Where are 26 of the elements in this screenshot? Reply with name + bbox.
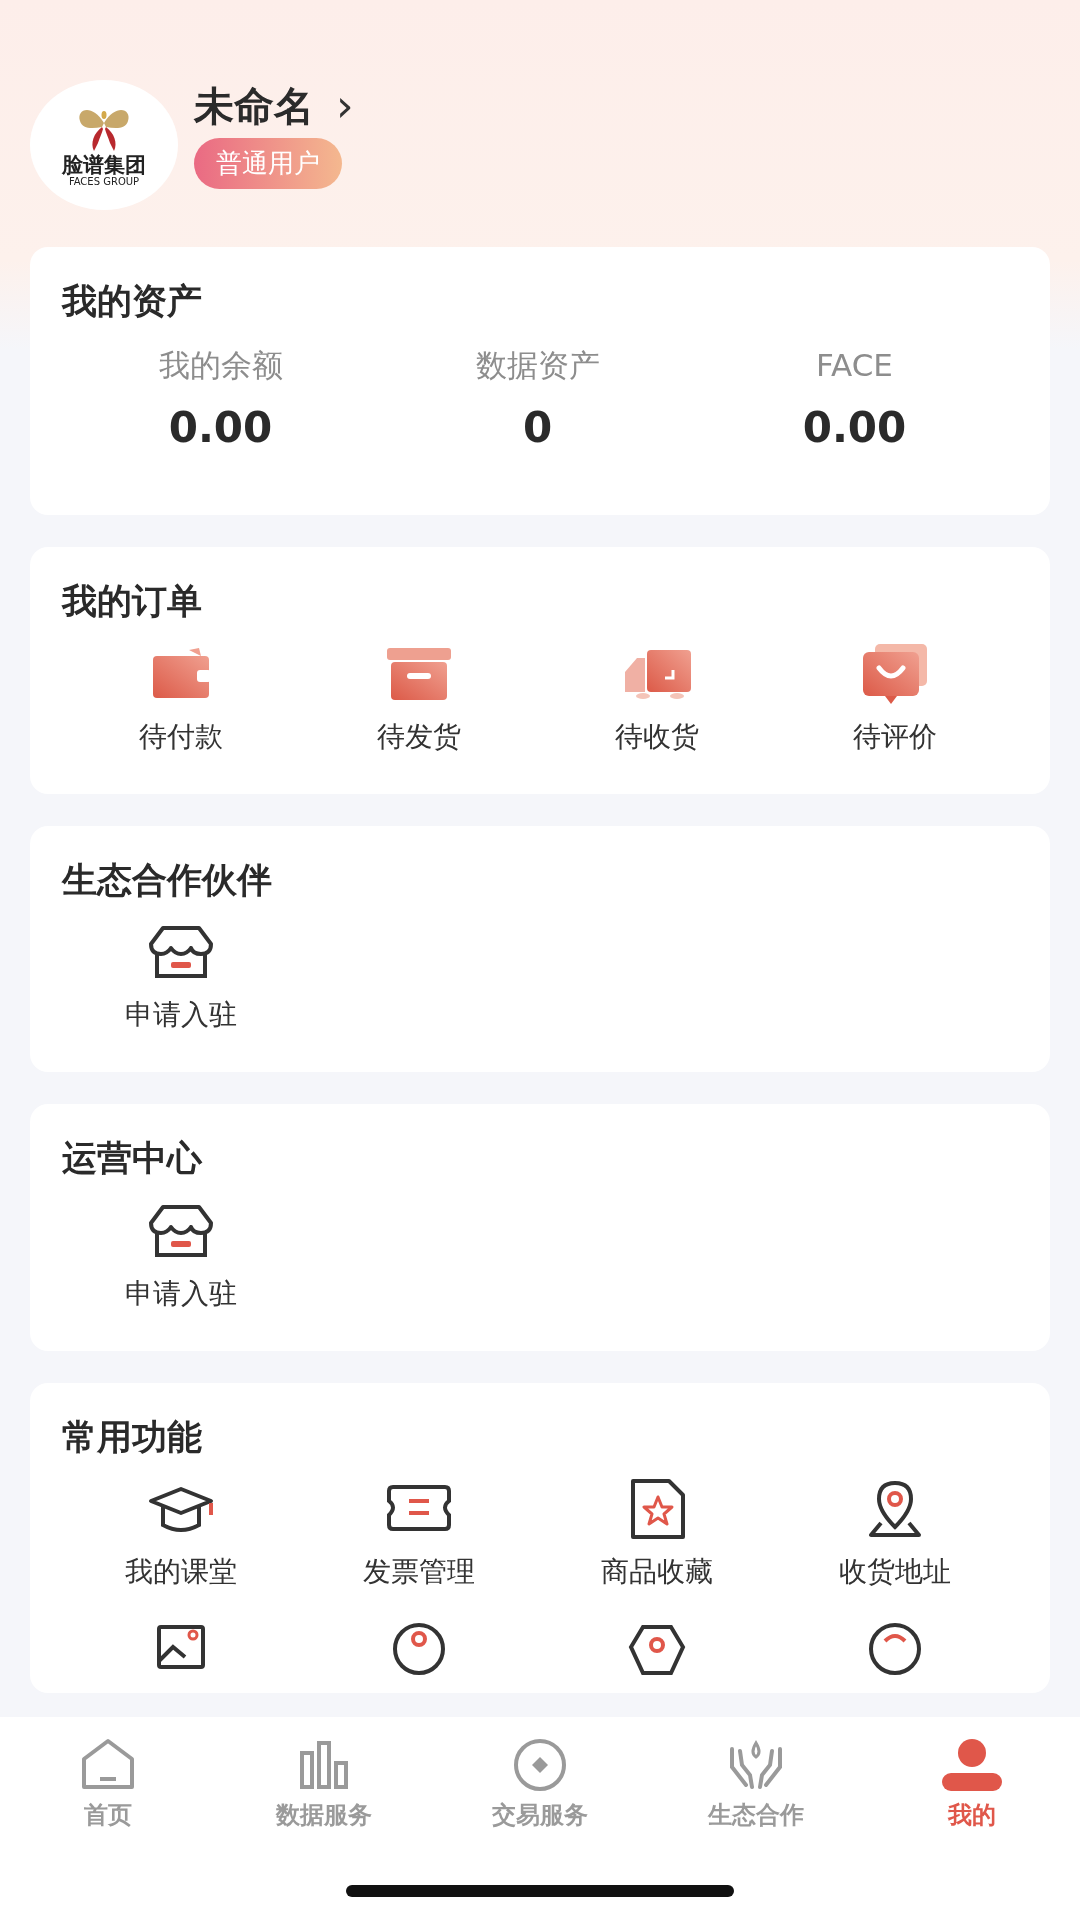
asset-label: FACE [816, 345, 893, 385]
section-title: 我的订单 [62, 580, 203, 623]
section-title: 生态合作伙伴 [62, 858, 273, 902]
shortcut-item[interactable]: 我的课堂 [62, 1477, 300, 1593]
section-title: 运营中心 [62, 1137, 204, 1180]
shortcut-item[interactable]: 待发货 [300, 641, 538, 758]
shortcut-item[interactable]: 申请入驻 [62, 1198, 300, 1315]
shortcut-item[interactable]: 待付款 [62, 641, 300, 758]
shortcut-item[interactable]: 收货地址 [776, 1477, 1014, 1593]
user-name: 未命名 [194, 84, 314, 128]
asset-label: 我的余额 [158, 345, 283, 385]
section-title: 常用功能 [62, 1415, 203, 1459]
shortcut-item[interactable]: 商品收藏 [538, 1477, 776, 1593]
logo-subtext: FACES GROUP [68, 175, 140, 188]
asset-value: 0 [522, 402, 553, 454]
shortcut-item[interactable]: 发票管理 [300, 1477, 538, 1593]
logo-text: 脸谱集团 [62, 154, 146, 176]
shortcut-item[interactable]: 待评价 [776, 641, 1014, 758]
tab-bar-item[interactable]: 我的 [864, 1717, 1080, 1833]
asset-label: 数据资产 [475, 345, 600, 385]
user-level-badge: 普通用户 [194, 138, 342, 189]
asset-value: 0.00 [168, 402, 273, 454]
asset-value: 0.00 [802, 402, 907, 454]
shortcut-item[interactable]: 申请入驻 [62, 920, 300, 1036]
shortcut-item[interactable]: 待收货 [538, 641, 776, 758]
section-title: 我的资产 [62, 280, 203, 323]
